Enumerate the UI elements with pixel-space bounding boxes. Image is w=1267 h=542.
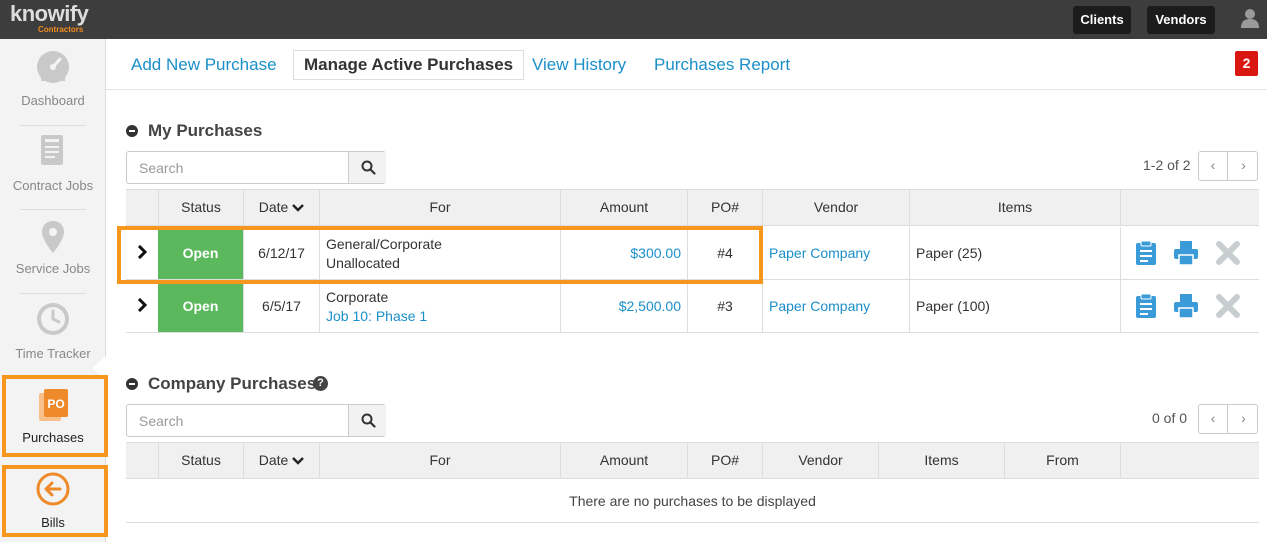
column-header-amount[interactable]: Amount xyxy=(560,443,687,478)
column-header-for[interactable]: For xyxy=(319,443,560,478)
column-header-amount[interactable]: Amount xyxy=(560,190,687,225)
my-purchases-header: Status Date For Amount PO# Vendor Items xyxy=(126,189,1259,226)
print-icon[interactable] xyxy=(1173,240,1199,266)
chevron-right-icon[interactable] xyxy=(136,298,148,312)
row-highlight xyxy=(117,226,763,284)
table-row[interactable]: Open 6/5/17 Corporate Job 10: Phase 1 $2… xyxy=(126,280,1259,333)
sidebar-divider xyxy=(20,209,86,210)
column-header-items[interactable]: Items xyxy=(878,443,1004,478)
next-page-button[interactable]: › xyxy=(1229,405,1258,433)
contract-jobs-icon xyxy=(41,135,63,165)
tab-add-new-purchase[interactable]: Add New Purchase xyxy=(131,54,277,76)
close-icon[interactable] xyxy=(1215,240,1241,266)
notification-badge[interactable]: 2 xyxy=(1235,51,1258,76)
column-header-vendor[interactable]: Vendor xyxy=(762,443,878,478)
sidebar-item-contract-jobs[interactable]: Contract Jobs xyxy=(0,127,106,209)
my-purchases-search xyxy=(126,151,386,184)
tab-view-history[interactable]: View History xyxy=(532,54,626,76)
sidebar-divider xyxy=(20,293,86,294)
clipboard-icon[interactable] xyxy=(1133,293,1159,319)
po-cell: #3 xyxy=(687,280,762,332)
nav-divider xyxy=(106,89,1267,90)
chevron-down-icon xyxy=(292,204,305,212)
bills-highlight xyxy=(2,465,108,537)
company-purchases-title: Company Purchases xyxy=(148,374,317,393)
close-icon[interactable] xyxy=(1215,293,1241,319)
column-header-po[interactable]: PO# xyxy=(687,190,762,225)
tab-manage-active-purchases[interactable]: Manage Active Purchases xyxy=(293,50,525,80)
my-purchases-title: My Purchases xyxy=(148,121,263,140)
column-header-date[interactable]: Date xyxy=(243,190,319,225)
pager-count: 1-2 of 2 xyxy=(1143,157,1191,173)
logo-subtitle: Contractors xyxy=(38,25,84,34)
vendor-link[interactable]: Paper Company xyxy=(762,280,909,332)
company-purchases-search xyxy=(126,404,386,437)
next-page-button[interactable]: › xyxy=(1229,152,1258,180)
sidebar-item-service-jobs[interactable]: Service Jobs xyxy=(0,211,106,293)
search-icon xyxy=(361,160,376,175)
column-header-date-label: Date xyxy=(258,452,289,468)
pager: ‹ › xyxy=(1198,404,1258,434)
column-header-actions xyxy=(1120,443,1259,478)
knowify-logo[interactable]: knowify Contractors xyxy=(10,1,100,37)
sidebar-label-time-tracker: Time Tracker xyxy=(15,346,91,361)
purchases-highlight xyxy=(2,375,108,457)
collapse-icon[interactable] xyxy=(126,125,138,137)
actions-cell xyxy=(1120,227,1259,279)
logo-text: knowify xyxy=(10,1,89,26)
date-cell: 6/5/17 xyxy=(243,280,319,332)
sidebar-divider xyxy=(20,125,86,126)
pager: ‹ › xyxy=(1198,151,1258,181)
column-header-date[interactable]: Date xyxy=(243,443,319,478)
map-pin-icon xyxy=(42,221,64,253)
search-input[interactable] xyxy=(127,152,348,183)
job-link[interactable]: Job 10: Phase 1 xyxy=(326,307,560,326)
for-cell: Corporate Job 10: Phase 1 xyxy=(319,280,560,332)
sidebar-label-dashboard: Dashboard xyxy=(21,93,85,108)
clients-button[interactable]: Clients xyxy=(1073,6,1131,34)
sidebar-label-service-jobs: Service Jobs xyxy=(15,261,91,276)
empty-message: There are no purchases to be displayed xyxy=(126,480,1259,523)
top-bar: knowify Contractors Clients Vendors xyxy=(0,0,1267,39)
tab-purchases-report[interactable]: Purchases Report xyxy=(654,54,790,76)
search-button[interactable] xyxy=(348,405,386,436)
column-header-status[interactable]: Status xyxy=(158,190,243,225)
sidebar-item-dashboard[interactable]: Dashboard xyxy=(0,39,106,124)
actions-cell xyxy=(1120,280,1259,332)
column-header-date-label: Date xyxy=(258,199,289,215)
print-icon[interactable] xyxy=(1173,293,1199,319)
search-input[interactable] xyxy=(127,405,348,436)
vendor-link[interactable]: Paper Company xyxy=(762,227,909,279)
column-header-actions xyxy=(1120,190,1259,225)
clipboard-icon[interactable] xyxy=(1133,240,1159,266)
column-header-from[interactable]: From xyxy=(1004,443,1120,478)
items-cell: Paper (25) xyxy=(909,227,1120,279)
chevron-down-icon xyxy=(292,457,305,465)
column-header-items[interactable]: Items xyxy=(909,190,1120,225)
column-header-status[interactable]: Status xyxy=(158,443,243,478)
column-header-po[interactable]: PO# xyxy=(687,443,762,478)
for-line-1: Corporate xyxy=(326,289,389,305)
search-button[interactable] xyxy=(348,152,386,183)
pager-count: 0 of 0 xyxy=(1152,410,1188,426)
vendors-button[interactable]: Vendors xyxy=(1147,6,1215,34)
status-badge: Open xyxy=(158,280,243,332)
items-cell: Paper (100) xyxy=(909,280,1120,332)
amount-link[interactable]: $2,500.00 xyxy=(560,280,687,332)
sidebar-item-time-tracker[interactable]: Time Tracker xyxy=(0,295,106,377)
sidebar-label-contract-jobs: Contract Jobs xyxy=(12,178,94,193)
column-header-vendor[interactable]: Vendor xyxy=(762,190,909,225)
column-header-for[interactable]: For xyxy=(319,190,560,225)
help-icon[interactable]: ? xyxy=(313,376,328,391)
prev-page-button[interactable]: ‹ xyxy=(1199,152,1228,180)
company-purchases-header: Status Date For Amount PO# Vendor Items … xyxy=(126,442,1259,479)
collapse-icon[interactable] xyxy=(126,378,138,390)
search-icon xyxy=(361,413,376,428)
user-icon[interactable] xyxy=(1241,8,1259,28)
dashboard-icon xyxy=(37,51,69,83)
clock-icon xyxy=(37,303,69,335)
prev-page-button[interactable]: ‹ xyxy=(1199,405,1228,433)
